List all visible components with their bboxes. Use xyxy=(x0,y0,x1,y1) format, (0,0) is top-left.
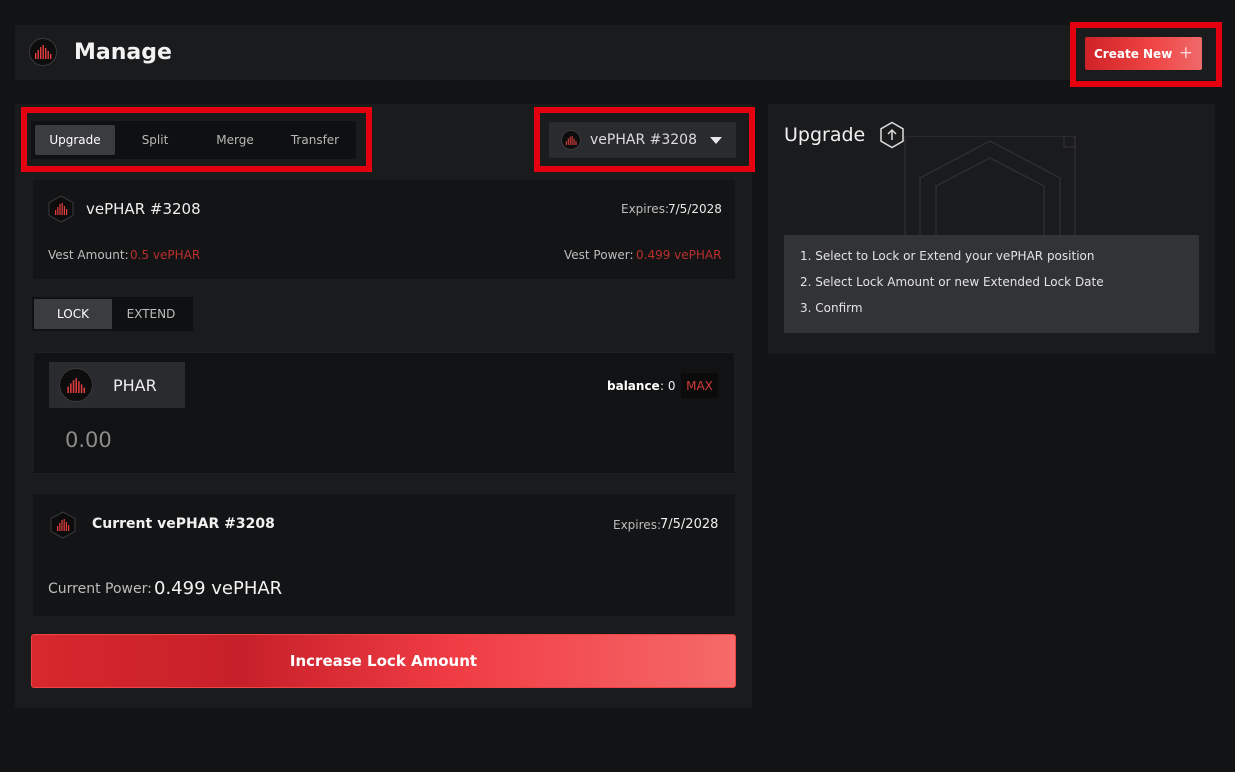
current-expires-value: 7/5/2028 xyxy=(660,517,719,532)
balance-value: : 0 xyxy=(660,379,676,393)
vest-amount-label: Vest Amount: xyxy=(48,248,129,262)
chevron-down-icon xyxy=(710,137,722,144)
vest-amount-value: 0.5 vePHAR xyxy=(130,248,201,262)
amount-input[interactable]: 0.00 xyxy=(65,428,112,452)
tab-merge[interactable]: Merge xyxy=(195,125,275,155)
create-new-button[interactable]: Create New + xyxy=(1085,37,1202,70)
side-panel-title: Upgrade xyxy=(784,124,866,146)
current-power-value: 0.499 vePHAR xyxy=(154,578,283,599)
max-button[interactable]: MAX xyxy=(681,373,718,398)
extend-button[interactable]: EXTEND xyxy=(112,299,190,329)
selector-value: vePHAR #3208 xyxy=(590,132,697,148)
vephar-hex-icon xyxy=(48,195,74,227)
vest-power-value: 0.499 vePHAR xyxy=(636,248,722,262)
current-expires-label: Expires: xyxy=(613,518,661,532)
vest-expires-value: 7/5/2028 xyxy=(668,202,722,216)
lock-extend-toggle: LOCK EXTEND xyxy=(32,297,193,331)
upgrade-arrow-icon xyxy=(880,121,904,149)
decorative-hex-graphic xyxy=(904,136,1076,236)
step-item: 1. Select to Lock or Extend your vePHAR … xyxy=(800,249,1095,263)
phar-logo-icon xyxy=(561,130,581,150)
balance-label: balance xyxy=(607,379,660,393)
vephar-hex-icon xyxy=(50,511,76,543)
token-selector[interactable]: PHAR xyxy=(49,362,185,408)
plus-icon: + xyxy=(1178,43,1193,63)
phar-token-icon xyxy=(59,368,93,402)
current-position-card xyxy=(33,494,735,616)
page-title: Manage xyxy=(74,40,172,65)
create-new-label: Create New xyxy=(1094,46,1173,61)
current-power-label: Current Power: xyxy=(48,581,152,597)
tab-upgrade[interactable]: Upgrade xyxy=(35,125,115,155)
current-title: Current vePHAR #3208 xyxy=(92,516,275,532)
tab-transfer[interactable]: Transfer xyxy=(275,125,355,155)
step-item: 3. Confirm xyxy=(800,301,863,315)
vest-expires-label: Expires: xyxy=(621,202,669,216)
increase-lock-amount-button[interactable]: Increase Lock Amount xyxy=(31,634,736,688)
vest-power-label: Vest Power: xyxy=(564,248,634,262)
tab-split[interactable]: Split xyxy=(115,125,195,155)
vest-name: vePHAR #3208 xyxy=(86,200,201,218)
phar-logo-icon xyxy=(29,38,57,66)
action-tabs: Upgrade Split Merge Transfer xyxy=(31,121,356,159)
step-item: 2. Select Lock Amount or new Extended Lo… xyxy=(800,275,1104,289)
page-header xyxy=(15,25,1218,80)
token-symbol: PHAR xyxy=(113,375,157,395)
vest-info-card xyxy=(33,180,735,279)
upgrade-steps-list: 1. Select to Lock or Extend your vePHAR … xyxy=(784,235,1199,333)
lock-button[interactable]: LOCK xyxy=(34,299,112,329)
vephar-selector-dropdown[interactable]: vePHAR #3208 xyxy=(549,122,736,158)
